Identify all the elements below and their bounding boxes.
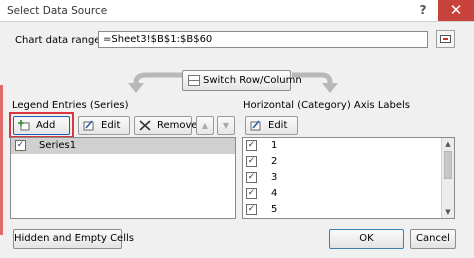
axis-label-value: 2	[271, 156, 278, 167]
edit-icon	[250, 120, 261, 131]
chart-range-label: Chart data range:	[15, 35, 104, 46]
ok-button[interactable]: OK	[329, 229, 404, 249]
dialog-title: Select Data Source	[7, 5, 108, 17]
move-down-button[interactable]: ▼	[217, 116, 235, 135]
collapse-dialog-button[interactable]	[436, 30, 455, 48]
legend-entries-heading: Legend Entries (Series)	[12, 100, 129, 111]
axis-label-value: 5	[271, 204, 278, 215]
scroll-down-icon[interactable]: ▼	[442, 206, 454, 218]
edit-axis-label: Edit	[268, 120, 288, 131]
range-select-icon	[440, 35, 451, 43]
edit-icon	[83, 120, 94, 131]
close-icon[interactable]: ✕	[438, 0, 474, 21]
edit-axis-labels-button[interactable]: Edit	[245, 116, 298, 135]
add-series-button[interactable]: Add	[13, 116, 70, 135]
scroll-thumb[interactable]	[444, 151, 452, 179]
switch-row-column-button[interactable]: Switch Row/Column	[182, 70, 302, 91]
axis-label-checkbox[interactable]: ✓	[246, 204, 257, 215]
switch-icon	[188, 75, 200, 86]
legend-entries-list[interactable]: ✓ Series1	[10, 137, 236, 219]
list-item[interactable]: ✓ 1	[243, 138, 454, 154]
arrow-down-icon: ▼	[222, 121, 230, 130]
axis-labels-list[interactable]: ✓ 1 ✓ 2 ✓ 3 ✓ 4 ✓ 5 ▲ ▼	[242, 137, 455, 219]
axis-label-checkbox[interactable]: ✓	[246, 188, 257, 199]
remove-icon	[139, 120, 151, 131]
list-item[interactable]: ✓ 5	[243, 202, 454, 218]
series-name: Series1	[39, 140, 77, 151]
series-checkbox[interactable]: ✓	[15, 140, 26, 151]
curved-arrow-left-icon	[128, 72, 182, 93]
hidden-empty-cells-button[interactable]: Hidden and Empty Cells	[13, 229, 134, 249]
help-icon[interactable]: ?	[408, 0, 438, 21]
scroll-up-icon[interactable]: ▲	[442, 138, 454, 150]
cancel-button[interactable]: Cancel	[410, 229, 456, 249]
move-up-button[interactable]: ▲	[196, 116, 214, 135]
list-item[interactable]: ✓ 4	[243, 186, 454, 202]
edit-series-label: Edit	[101, 120, 121, 131]
edit-series-button[interactable]: Edit	[78, 116, 130, 135]
title-bar: Select Data Source ? ✕	[0, 0, 474, 22]
remove-label: Remove	[157, 120, 198, 131]
axis-label-checkbox[interactable]: ✓	[246, 156, 257, 167]
add-label: Add	[36, 120, 56, 131]
axis-labels-heading: Horizontal (Category) Axis Labels	[243, 100, 411, 111]
add-icon	[18, 120, 30, 131]
arrow-up-icon: ▲	[201, 121, 209, 130]
axis-label-value: 4	[271, 188, 278, 199]
axis-label-value: 3	[271, 172, 278, 183]
switch-row-column-label: Switch Row/Column	[203, 75, 302, 86]
axis-label-checkbox[interactable]: ✓	[246, 172, 257, 183]
list-item[interactable]: ✓ 3	[243, 170, 454, 186]
axis-label-checkbox[interactable]: ✓	[246, 140, 257, 151]
chart-range-input[interactable]: =Sheet3!$B$1:$B$60	[98, 31, 428, 48]
remove-series-button[interactable]: Remove	[134, 116, 198, 135]
list-item[interactable]: ✓ 2	[243, 154, 454, 170]
list-item[interactable]: ✓ Series1	[11, 138, 235, 154]
window-edge-accent	[0, 85, 3, 235]
axis-label-value: 1	[271, 140, 278, 151]
axis-list-scrollbar[interactable]: ▲ ▼	[441, 138, 454, 218]
